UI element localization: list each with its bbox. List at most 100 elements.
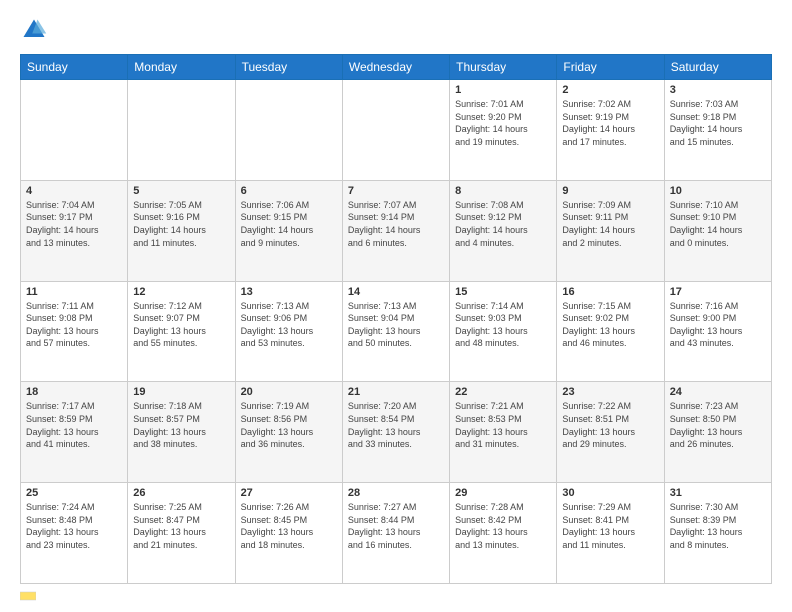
day-number: 10	[670, 185, 766, 197]
day-info: Sunrise: 7:16 AM Sunset: 9:00 PM Dayligh…	[670, 300, 766, 350]
day-number: 14	[348, 286, 444, 298]
day-info: Sunrise: 7:10 AM Sunset: 9:10 PM Dayligh…	[670, 199, 766, 249]
calendar-week-row-1: 1Sunrise: 7:01 AM Sunset: 9:20 PM Daylig…	[21, 80, 772, 181]
header-sunday: Sunday	[21, 55, 128, 80]
day-number: 23	[562, 386, 658, 398]
day-number: 16	[562, 286, 658, 298]
day-info: Sunrise: 7:19 AM Sunset: 8:56 PM Dayligh…	[241, 400, 337, 450]
day-info: Sunrise: 7:30 AM Sunset: 8:39 PM Dayligh…	[670, 501, 766, 551]
calendar-cell: 8Sunrise: 7:08 AM Sunset: 9:12 PM Daylig…	[450, 180, 557, 281]
day-number: 7	[348, 185, 444, 197]
calendar-cell: 18 Sunrise: 7:17 AM Sunset: 8:59 PM Dayli…	[21, 382, 128, 483]
day-number: 25	[26, 487, 122, 499]
calendar-cell: 29Sunrise: 7:28 AM Sunset: 8:42 PM Dayli…	[450, 483, 557, 584]
day-number: 22	[455, 386, 551, 398]
footer	[20, 590, 772, 602]
day-info: Sunrise: 7:18 AM Sunset: 8:57 PM Dayligh…	[133, 400, 229, 450]
logo-icon	[20, 16, 48, 44]
day-number: 24	[670, 386, 766, 398]
header-wednesday: Wednesday	[342, 55, 449, 80]
calendar-cell: 12 Sunrise: 7:12 AM Sunset: 9:07 PM Dayli…	[128, 281, 235, 382]
day-number: 3	[670, 84, 766, 96]
day-info: Sunrise: 7:23 AM Sunset: 8:50 PM Dayligh…	[670, 400, 766, 450]
calendar-cell	[342, 80, 449, 181]
calendar-cell: 6Sunrise: 7:06 AM Sunset: 9:15 PM Daylig…	[235, 180, 342, 281]
calendar-cell: 24 Sunrise: 7:23 AM Sunset: 8:50 PM Dayli…	[664, 382, 771, 483]
day-info: Sunrise: 7:02 AM Sunset: 9:19 PM Dayligh…	[562, 98, 658, 148]
calendar-cell: 9 Sunrise: 7:09 AM Sunset: 9:11 PM Daylig…	[557, 180, 664, 281]
day-number: 18	[26, 386, 122, 398]
calendar-cell: 2 Sunrise: 7:02 AM Sunset: 9:19 PM Daylig…	[557, 80, 664, 181]
day-info: Sunrise: 7:27 AM Sunset: 8:44 PM Dayligh…	[348, 501, 444, 551]
day-info: Sunrise: 7:11 AM Sunset: 9:08 PM Dayligh…	[26, 300, 122, 350]
day-number: 17	[670, 286, 766, 298]
day-info: Sunrise: 7:05 AM Sunset: 9:16 PM Dayligh…	[133, 199, 229, 249]
calendar-cell: 30 Sunrise: 7:29 AM Sunset: 8:41 PM Dayli…	[557, 483, 664, 584]
day-number: 15	[455, 286, 551, 298]
day-info: Sunrise: 7:04 AM Sunset: 9:17 PM Dayligh…	[26, 199, 122, 249]
day-info: Sunrise: 7:22 AM Sunset: 8:51 PM Dayligh…	[562, 400, 658, 450]
calendar-cell: 3Sunrise: 7:03 AM Sunset: 9:18 PM Daylig…	[664, 80, 771, 181]
logo-area	[20, 16, 52, 44]
header-saturday: Saturday	[664, 55, 771, 80]
day-number: 2	[562, 84, 658, 96]
day-info: Sunrise: 7:06 AM Sunset: 9:15 PM Dayligh…	[241, 199, 337, 249]
calendar-cell: 20 Sunrise: 7:19 AM Sunset: 8:56 PM Dayli…	[235, 382, 342, 483]
calendar-cell: 22Sunrise: 7:21 AM Sunset: 8:53 PM Dayli…	[450, 382, 557, 483]
day-info: Sunrise: 7:26 AM Sunset: 8:45 PM Dayligh…	[241, 501, 337, 551]
day-info: Sunrise: 7:24 AM Sunset: 8:48 PM Dayligh…	[26, 501, 122, 551]
day-number: 19	[133, 386, 229, 398]
calendar-cell: 11 Sunrise: 7:11 AM Sunset: 9:08 PM Dayli…	[21, 281, 128, 382]
calendar-cell: 19 Sunrise: 7:18 AM Sunset: 8:57 PM Dayli…	[128, 382, 235, 483]
calendar-cell	[21, 80, 128, 181]
day-info: Sunrise: 7:20 AM Sunset: 8:54 PM Dayligh…	[348, 400, 444, 450]
calendar-cell: 15 Sunrise: 7:14 AM Sunset: 9:03 PM Dayli…	[450, 281, 557, 382]
day-info: Sunrise: 7:29 AM Sunset: 8:41 PM Dayligh…	[562, 501, 658, 551]
calendar-cell: 31 Sunrise: 7:30 AM Sunset: 8:39 PM Dayli…	[664, 483, 771, 584]
day-info: Sunrise: 7:14 AM Sunset: 9:03 PM Dayligh…	[455, 300, 551, 350]
calendar-week-row-5: 25 Sunrise: 7:24 AM Sunset: 8:48 PM Dayli…	[21, 483, 772, 584]
page: Sunday Monday Tuesday Wednesday Thursday…	[0, 0, 792, 612]
calendar-cell: 25 Sunrise: 7:24 AM Sunset: 8:48 PM Dayli…	[21, 483, 128, 584]
header-monday: Monday	[128, 55, 235, 80]
calendar-cell: 4Sunrise: 7:04 AM Sunset: 9:17 PM Daylig…	[21, 180, 128, 281]
day-info: Sunrise: 7:13 AM Sunset: 9:06 PM Dayligh…	[241, 300, 337, 350]
calendar-cell: 5 Sunrise: 7:05 AM Sunset: 9:16 PM Daylig…	[128, 180, 235, 281]
header-thursday: Thursday	[450, 55, 557, 80]
footer-legend	[20, 590, 40, 602]
day-number: 28	[348, 487, 444, 499]
header	[20, 16, 772, 44]
calendar-week-row-4: 18 Sunrise: 7:17 AM Sunset: 8:59 PM Dayli…	[21, 382, 772, 483]
calendar-cell: 17 Sunrise: 7:16 AM Sunset: 9:00 PM Dayli…	[664, 281, 771, 382]
calendar-week-row-3: 11 Sunrise: 7:11 AM Sunset: 9:08 PM Dayli…	[21, 281, 772, 382]
day-number: 13	[241, 286, 337, 298]
day-info: Sunrise: 7:07 AM Sunset: 9:14 PM Dayligh…	[348, 199, 444, 249]
calendar-cell: 28 Sunrise: 7:27 AM Sunset: 8:44 PM Dayli…	[342, 483, 449, 584]
calendar-cell	[128, 80, 235, 181]
calendar-table: Sunday Monday Tuesday Wednesday Thursday…	[20, 54, 772, 584]
calendar-header-row: Sunday Monday Tuesday Wednesday Thursday…	[21, 55, 772, 80]
day-number: 21	[348, 386, 444, 398]
day-number: 31	[670, 487, 766, 499]
calendar-cell: 27Sunrise: 7:26 AM Sunset: 8:45 PM Dayli…	[235, 483, 342, 584]
day-info: Sunrise: 7:17 AM Sunset: 8:59 PM Dayligh…	[26, 400, 122, 450]
calendar-cell: 26Sunrise: 7:25 AM Sunset: 8:47 PM Dayli…	[128, 483, 235, 584]
calendar-cell: 1Sunrise: 7:01 AM Sunset: 9:20 PM Daylig…	[450, 80, 557, 181]
day-number: 30	[562, 487, 658, 499]
day-number: 20	[241, 386, 337, 398]
day-number: 8	[455, 185, 551, 197]
calendar-week-row-2: 4Sunrise: 7:04 AM Sunset: 9:17 PM Daylig…	[21, 180, 772, 281]
day-number: 5	[133, 185, 229, 197]
day-number: 12	[133, 286, 229, 298]
header-friday: Friday	[557, 55, 664, 80]
day-info: Sunrise: 7:09 AM Sunset: 9:11 PM Dayligh…	[562, 199, 658, 249]
day-number: 11	[26, 286, 122, 298]
day-info: Sunrise: 7:28 AM Sunset: 8:42 PM Dayligh…	[455, 501, 551, 551]
daylight-legend-icon	[20, 590, 36, 602]
calendar-cell: 10 Sunrise: 7:10 AM Sunset: 9:10 PM Dayli…	[664, 180, 771, 281]
header-tuesday: Tuesday	[235, 55, 342, 80]
calendar-cell: 16Sunrise: 7:15 AM Sunset: 9:02 PM Dayli…	[557, 281, 664, 382]
day-number: 9	[562, 185, 658, 197]
day-number: 1	[455, 84, 551, 96]
day-info: Sunrise: 7:12 AM Sunset: 9:07 PM Dayligh…	[133, 300, 229, 350]
